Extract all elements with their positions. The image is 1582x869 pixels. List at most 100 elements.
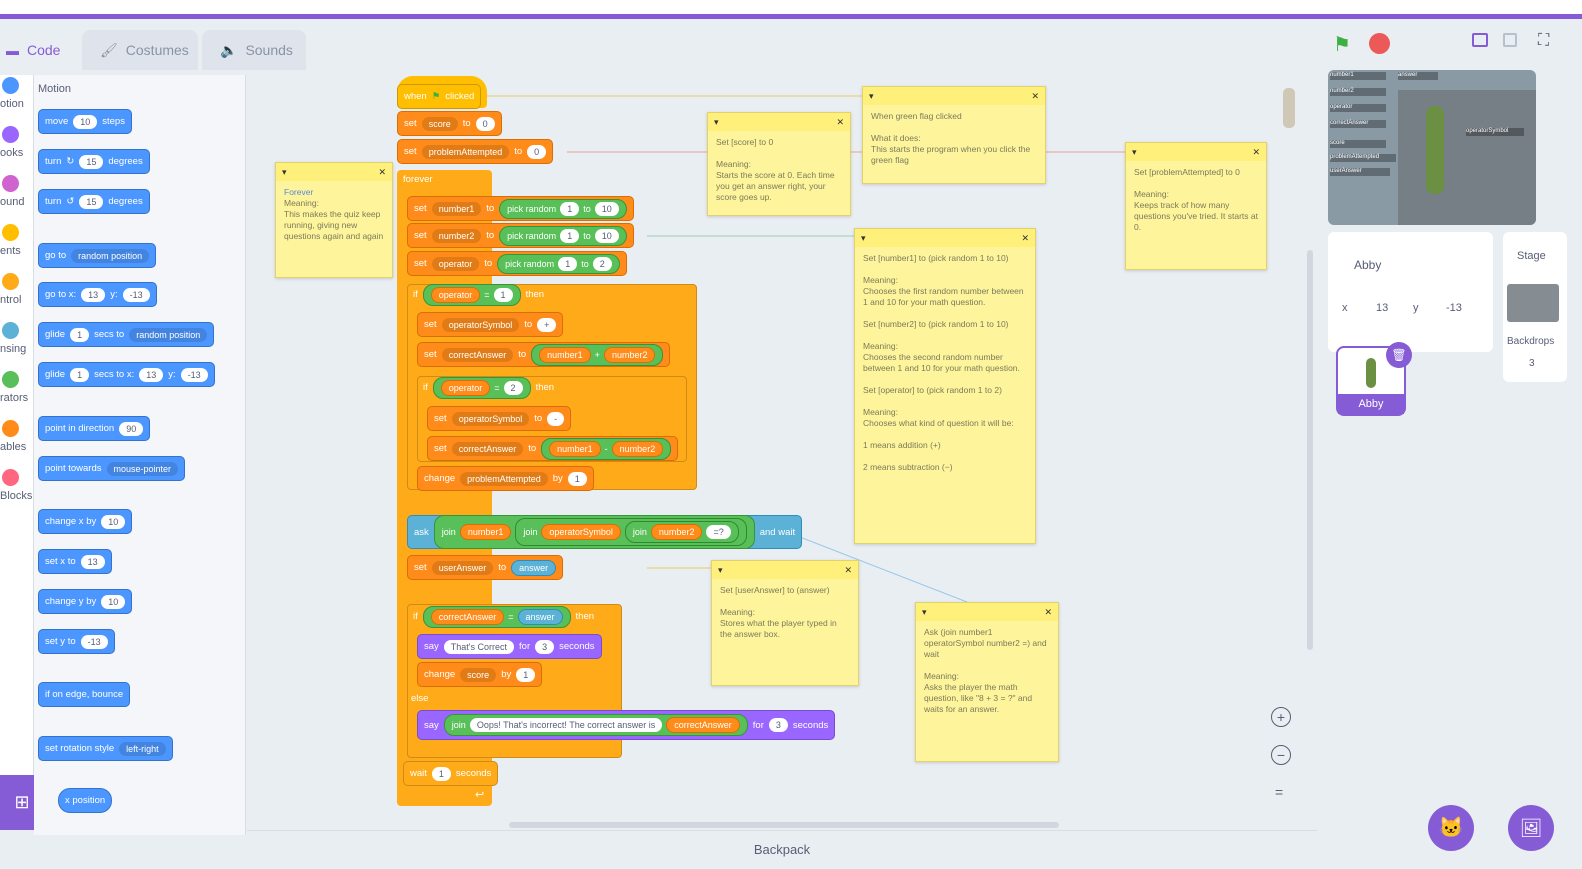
comment-body[interactable]: When green flag clicked What it does: Thi… (863, 105, 1045, 172)
fullscreen-icon[interactable]: ⛶ (1538, 32, 1549, 50)
category-operators[interactable]: rators (0, 371, 34, 404)
block-input[interactable]: 1 (567, 471, 587, 486)
var-dropdown[interactable]: correctAnswer (441, 347, 514, 362)
var-dropdown[interactable]: operatorSymbol (451, 411, 530, 426)
move-block[interactable]: move 10 steps (38, 109, 132, 134)
category-myblocks[interactable]: Blocks (0, 469, 34, 502)
close-icon[interactable]: ✕ (836, 117, 844, 128)
var-dropdown[interactable]: operator (431, 256, 480, 271)
block-input[interactable]: 1 (70, 327, 90, 342)
point-towards-block[interactable]: point towards mouse-pointer (38, 456, 186, 481)
equals-operator[interactable]: correctAnswer = answer (422, 605, 571, 628)
collapse-icon[interactable]: ▾ (1132, 147, 1137, 158)
comment-header[interactable]: ▾ ✕ (276, 163, 392, 181)
collapse-icon[interactable]: ▾ (282, 167, 287, 178)
close-icon[interactable]: ✕ (1021, 233, 1029, 244)
block-input[interactable]: -13 (80, 634, 108, 649)
vertical-scrollbar[interactable] (1307, 250, 1313, 650)
block-input[interactable]: 1 (516, 667, 536, 682)
close-icon[interactable]: ✕ (378, 167, 386, 178)
set-score-block[interactable]: set score to 0 (397, 111, 502, 136)
category-events[interactable]: ents (0, 224, 34, 257)
var-reporter[interactable]: number1 (539, 346, 591, 363)
var-reporter[interactable]: number1 (459, 524, 512, 540)
block-input[interactable]: 15 (79, 194, 104, 209)
point-direction-block[interactable]: point in direction 90 (38, 416, 151, 441)
comment-body[interactable]: Set [score] to 0 Meaning: Starts the scor… (708, 131, 850, 209)
collapse-icon[interactable]: ▾ (718, 565, 723, 576)
category-motion[interactable]: otion (0, 77, 34, 110)
var-reporter[interactable]: correctAnswer (430, 608, 505, 625)
tab-costumes[interactable]: 🖌 Costumes (82, 30, 198, 70)
block-input[interactable]: 3 (535, 639, 555, 654)
comment-body[interactable]: Ask (join number1 operatorSymbol number2… (916, 621, 1058, 721)
zoom-reset-icon[interactable]: = (1275, 784, 1283, 800)
wait-block[interactable]: wait 1 seconds (403, 761, 499, 786)
category-variables[interactable]: ables (0, 420, 34, 453)
var-reporter[interactable]: number2 (650, 524, 703, 540)
change-problem-attempted-block[interactable]: change problemAttempted by 1 (417, 466, 594, 491)
var-dropdown[interactable]: operatorSymbol (441, 317, 520, 332)
tab-sounds[interactable]: 🔈 Sounds (202, 30, 306, 70)
large-stage-icon[interactable] (1503, 33, 1517, 47)
set-x-block[interactable]: set x to 13 (38, 549, 112, 574)
comment-user-answer[interactable]: ▾ ✕ Set [userAnswer] to (answer) Meaning: S… (711, 560, 859, 686)
glide-xy-block[interactable]: glide 1 secs to x: 13 y: -13 (38, 362, 215, 387)
comment-body[interactable]: Forever Meaning: This makes the quiz keep… (276, 181, 392, 248)
block-input[interactable]: -13 (180, 367, 208, 382)
close-icon[interactable]: ✕ (1252, 147, 1260, 158)
x-input[interactable]: 13 (1376, 302, 1388, 314)
block-input[interactable]: 1 (431, 766, 451, 781)
category-sound[interactable]: ound (0, 175, 34, 208)
comment-header[interactable]: ▾ ✕ (863, 87, 1045, 105)
comment-body[interactable]: Set [problemAttempted] to 0 Meaning: Keep… (1126, 161, 1266, 239)
set-operator-symbol-minus-block[interactable]: set operatorSymbol to - (427, 406, 572, 431)
go-to-block[interactable]: go to random position (38, 243, 157, 268)
var-reporter[interactable]: operator (440, 379, 491, 396)
join-operator[interactable]: join number2 =? (624, 521, 739, 543)
var-dropdown[interactable]: score (460, 667, 497, 682)
equals-operator[interactable]: operator = 2 (432, 376, 531, 399)
collapse-icon[interactable]: ▾ (922, 607, 927, 618)
comment-ask[interactable]: ▾ ✕ Ask (join number1 operatorSymbol numbe… (915, 602, 1059, 762)
var-reporter[interactable]: number2 (603, 346, 656, 363)
block-input[interactable]: 1 (558, 256, 578, 271)
horizontal-scrollbar[interactable] (509, 822, 1059, 828)
pick-random-operator[interactable]: pick random 1 to 10 (499, 225, 627, 246)
pick-random-operator[interactable]: pick random 1 to 2 (497, 253, 620, 274)
block-input[interactable]: Oops! That's incorrect! The correct answ… (469, 718, 663, 732)
block-input[interactable]: 13 (80, 554, 105, 569)
comment-forever[interactable]: ▾ ✕ Forever Meaning: This makes the quiz ke… (275, 162, 393, 278)
join-operator[interactable]: join Oops! That's incorrect! The correct … (443, 714, 748, 736)
stop-button[interactable] (1369, 33, 1390, 54)
block-dropdown[interactable]: left-right (119, 741, 166, 756)
category-looks[interactable]: ooks (0, 126, 34, 159)
var-dropdown[interactable]: problemAttempted (460, 471, 548, 486)
when-flag-clicked-block[interactable]: when ⚑ clicked (397, 84, 482, 109)
if-correct-block[interactable]: if correctAnswer = answer then (407, 604, 600, 629)
choose-sprite-button[interactable]: 🐱 (1428, 805, 1474, 851)
set-operator-block[interactable]: set operator to pick random 1 to 2 (407, 251, 627, 276)
var-reporter[interactable]: number1 (549, 440, 601, 457)
ask-and-wait-block[interactable]: ask join number1 join operatorSymbol join numb… (407, 515, 803, 549)
comment-body[interactable]: Set [userAnswer] to (answer) Meaning: Sto… (712, 579, 858, 646)
small-stage-icon[interactable] (1472, 33, 1488, 47)
if-operator-1-block[interactable]: if operator = 1 then (407, 282, 550, 307)
change-x-block[interactable]: change x by 10 (38, 509, 133, 534)
script-workspace[interactable]: when ⚑ clicked set score to 0 set problemAttem… (247, 70, 1317, 830)
block-input[interactable]: =? (706, 525, 731, 539)
comment-header[interactable]: ▾ ✕ (916, 603, 1058, 621)
backpack-bar[interactable]: Backpack (247, 830, 1317, 863)
green-flag-button[interactable]: ⚑ (1333, 32, 1357, 56)
change-score-block[interactable]: change score by 1 (417, 662, 543, 687)
block-input[interactable]: 0 (475, 116, 495, 131)
block-input[interactable]: 1 (560, 201, 580, 216)
block-input[interactable]: -13 (122, 287, 150, 302)
block-input[interactable]: 10 (73, 114, 98, 129)
set-number1-block[interactable]: set number1 to pick random 1 to 10 (407, 196, 634, 221)
set-number2-block[interactable]: set number2 to pick random 1 to 10 (407, 223, 634, 248)
block-input[interactable]: 10 (101, 594, 126, 609)
block-input[interactable]: 2 (592, 256, 612, 271)
change-y-block[interactable]: change y by 10 (38, 589, 133, 614)
join-operator[interactable]: join operatorSymbol join number2 =? (515, 518, 747, 546)
